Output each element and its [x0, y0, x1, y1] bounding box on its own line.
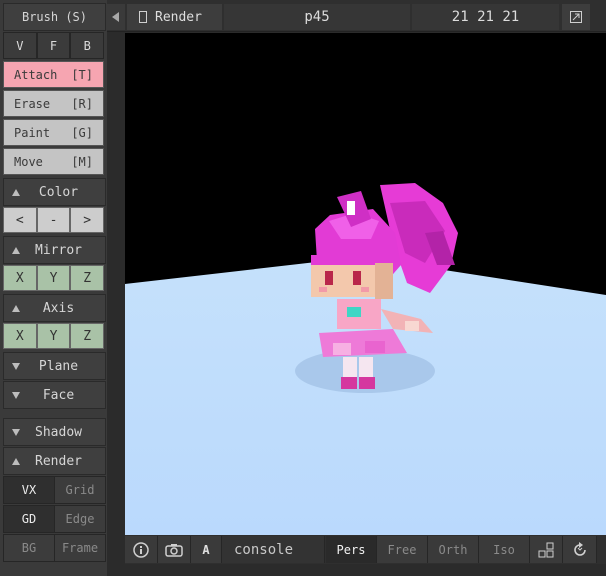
brush-mode-group: V F B [3, 32, 105, 59]
view-free-button[interactable]: Free [377, 536, 428, 563]
model-size: 21 21 21 [451, 9, 520, 25]
3d-viewport[interactable] [125, 33, 606, 535]
face-section-label: Face [42, 387, 75, 403]
axis-section-label: Axis [42, 300, 75, 316]
render-bg-toggle[interactable]: BG [3, 534, 55, 562]
render-toggle-button[interactable]: Render [127, 4, 222, 30]
axis-group: X Y Z [3, 323, 105, 349]
view-iso-button[interactable]: Iso [479, 536, 530, 563]
scene [125, 183, 606, 535]
expand-down-icon [12, 391, 20, 399]
bottom-bar: A console Pers Free Orth Iso [125, 535, 606, 564]
mirror-x-toggle[interactable]: X [3, 265, 37, 291]
axis-y-toggle[interactable]: Y [36, 323, 71, 349]
reset-view-icon [573, 541, 586, 556]
brush-header[interactable]: Brush (S) [3, 3, 106, 31]
view-orth-button[interactable]: Orth [428, 536, 479, 563]
mirror-section-header[interactable]: Mirror [3, 236, 106, 264]
move-shortcut: [M] [71, 154, 93, 169]
expand-down-icon [12, 362, 20, 370]
paint-shortcut: [G] [71, 125, 93, 140]
collapse-arrow-icon [112, 12, 119, 22]
color-reset-button[interactable]: - [36, 207, 71, 233]
screenshot-button[interactable] [158, 536, 191, 563]
move-label: Move [14, 154, 43, 169]
maximize-icon [570, 11, 582, 23]
info-icon [133, 541, 149, 558]
plane-section-header[interactable]: Plane [3, 352, 106, 380]
mirror-axis-group: X Y Z [3, 265, 105, 291]
shadow-section-header[interactable]: Shadow [3, 418, 106, 446]
move-tool-button[interactable]: Move [M] [3, 148, 104, 175]
render-section-label: Render [35, 453, 82, 469]
render-vx-toggle[interactable]: VX [3, 476, 55, 504]
render-checkbox-icon [139, 11, 147, 23]
paint-label: Paint [14, 125, 51, 140]
top-bar: Render p45 21 21 21 [107, 0, 606, 32]
color-section-label: Color [38, 184, 79, 200]
render-frame-toggle[interactable]: Frame [54, 534, 106, 562]
color-nav-group: < - > [3, 207, 105, 233]
info-button[interactable] [125, 536, 158, 563]
font-button[interactable]: A [191, 536, 222, 563]
mode-face-button[interactable]: F [36, 32, 71, 59]
expand-up-icon [12, 188, 20, 196]
expand-down-icon [12, 428, 20, 436]
brush-label: Brush (S) [21, 10, 88, 24]
erase-label: Erase [14, 96, 51, 111]
tool-panel: Brush (S) V F B Attach [T] Erase [R] Pai… [0, 0, 107, 576]
color-section-header[interactable]: Color [3, 178, 106, 206]
color-prev-button[interactable]: < [3, 207, 37, 233]
mode-voxel-button[interactable]: V [3, 32, 37, 59]
expand-up-icon [12, 246, 20, 254]
mirror-z-toggle[interactable]: Z [70, 265, 105, 291]
collapse-panel-button[interactable] [107, 4, 125, 30]
attach-tool-button[interactable]: Attach [T] [3, 61, 104, 88]
axis-z-toggle[interactable]: Z [70, 323, 105, 349]
erase-tool-button[interactable]: Erase [R] [3, 90, 104, 117]
plane-section-label: Plane [38, 358, 79, 374]
mirror-y-toggle[interactable]: Y [36, 265, 71, 291]
maximize-button[interactable] [562, 4, 590, 30]
attach-shortcut: [T] [71, 67, 93, 82]
axis-section-header[interactable]: Axis [3, 294, 106, 322]
face-section-header[interactable]: Face [3, 381, 106, 409]
erase-shortcut: [R] [71, 96, 93, 111]
attach-label: Attach [14, 67, 58, 82]
render-label: Render [155, 9, 202, 25]
reset-view-button[interactable] [563, 536, 597, 563]
render-section-header[interactable]: Render [3, 447, 106, 475]
expand-up-icon [12, 304, 20, 312]
view-pers-button[interactable]: Pers [326, 536, 377, 563]
mirror-section-label: Mirror [35, 242, 82, 258]
render-gd-toggle[interactable]: GD [3, 505, 55, 533]
console-field[interactable]: console [222, 536, 325, 563]
shadow-section-label: Shadow [35, 424, 82, 440]
expand-up-icon [12, 457, 20, 465]
render-grid-toggle[interactable]: Grid [54, 476, 106, 504]
file-name: p45 [304, 9, 330, 25]
axis-x-toggle[interactable]: X [3, 323, 37, 349]
layout-button[interactable] [530, 536, 563, 563]
layout-icon [538, 542, 554, 557]
file-name-field[interactable]: p45 [224, 4, 410, 30]
color-next-button[interactable]: > [70, 207, 105, 233]
console-label: console [234, 541, 294, 558]
render-edge-toggle[interactable]: Edge [54, 505, 106, 533]
paint-tool-button[interactable]: Paint [G] [3, 119, 104, 146]
camera-icon [165, 543, 183, 557]
model-size-field[interactable]: 21 21 21 [412, 4, 559, 30]
mode-box-button[interactable]: B [70, 32, 105, 59]
floor-plane [125, 257, 606, 535]
